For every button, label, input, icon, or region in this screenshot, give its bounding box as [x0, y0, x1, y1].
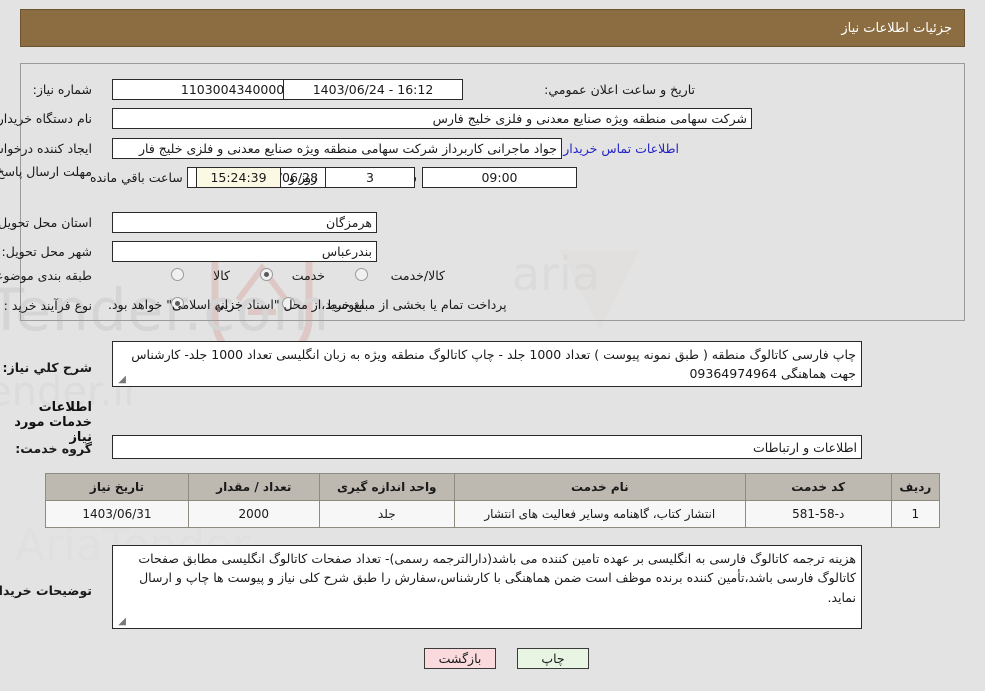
requester-label: ایجاد کننده درخواست: [0, 141, 92, 156]
deadline-label-text: مهلت ارسال پاسخ: تا تاریخ: [0, 164, 92, 179]
need-number-label: شماره نیاز: [32, 82, 92, 97]
need-info-panel [20, 63, 965, 321]
remaining-time-value: 15:24:39 [196, 167, 281, 188]
td-quantity: 2000 [187, 500, 320, 528]
radio-category-khedmat[interactable] [260, 268, 273, 281]
buyer-notes-value[interactable]: هزینه ترجمه کاتالوگ فارسی به انگلیسی بر … [112, 545, 862, 629]
service-group-label: گروه خدمت: [15, 441, 92, 456]
page-root: AriaTender.com AriaTender.ir aria AriaTe… [0, 0, 985, 691]
remaining-time-unit: ساعت باقي مانده [90, 170, 183, 185]
category-label: طبقه بندی موضوعی: [0, 268, 92, 283]
service-group-value[interactable]: اطلاعات و ارتباطات [112, 435, 862, 459]
remaining-days-value: 3 [325, 167, 415, 188]
back-button[interactable]: بازگشت [424, 648, 496, 669]
city-value: بندرعباس [112, 241, 377, 262]
radio-category-kala-khedmat-label: کالا/خدمت [390, 268, 445, 283]
th-service-name: نام خدمت [453, 473, 746, 501]
table-row: 1 د-58-581 انتشار کتاب، گاهنامه وسایر فع… [45, 500, 941, 528]
th-need-date: تاریخ نیاز [45, 473, 189, 501]
radio-category-kala-khedmat[interactable] [355, 268, 368, 281]
td-service-name: انتشار کتاب، گاهنامه وسایر فعالیت های ان… [453, 500, 746, 528]
announce-datetime-value: 16:12 - 1403/06/24 [283, 79, 463, 100]
services-table: ردیف کد خدمت نام خدمت واحد اندازه گیری ت… [45, 473, 941, 528]
radio-category-kala-label: کالا [213, 268, 230, 283]
print-button[interactable]: چاپ [517, 648, 589, 669]
td-need-date: 1403/06/31 [45, 500, 189, 528]
page-header: جزئیات اطلاعات نیاز [20, 9, 965, 47]
buyer-notes-text: هزینه ترجمه کاتالوگ فارسی به انگلیسی بر … [138, 551, 856, 605]
resize-grip-icon: ◢ [118, 616, 126, 627]
payment-note: پرداخت تمام یا بخشی از مبلغ خرید،از محل … [108, 297, 507, 312]
buyer-org-label: نام دستگاه خریدار: [0, 111, 92, 126]
td-row-no: 1 [890, 500, 941, 528]
deadline-label: مهلت ارسال پاسخ: تا تاریخ: [0, 164, 92, 181]
table-header-row: ردیف کد خدمت نام خدمت واحد اندازه گیری ت… [45, 473, 941, 501]
th-quantity: تعداد / مقدار [187, 473, 320, 501]
buyer-org-value: شرکت سهامی منطقه ویژه صنایع معدنی و فلزی… [112, 108, 752, 129]
th-service-code: کد خدمت [744, 473, 892, 501]
page-title: جزئیات اطلاعات نیاز [841, 20, 952, 36]
radio-category-kala[interactable] [171, 268, 184, 281]
radio-category-khedmat-label: خدمت [291, 268, 325, 283]
buyer-contact-link[interactable]: اطلاعات تماس خریدار [563, 141, 679, 156]
requester-value: جواد ماجرانی کاربرداز شرکت سهامی منطقه و… [112, 138, 562, 159]
general-need-value[interactable]: چاپ فارسی کاتالوگ منطقه ( طبق نمونه پیوس… [112, 341, 862, 387]
resize-grip-icon: ◢ [118, 374, 126, 385]
announce-datetime-label: تاریخ و ساعت اعلان عمومي: [544, 82, 695, 97]
th-unit: واحد اندازه گیری [318, 473, 455, 501]
general-need-text: چاپ فارسی کاتالوگ منطقه ( طبق نمونه پیوس… [131, 347, 856, 382]
td-unit: جلد [318, 500, 455, 528]
general-need-label: شرح کلي نیاز: [2, 360, 92, 375]
remaining-days-unit: روز و [289, 170, 318, 185]
td-service-code: د-58-581 [744, 500, 892, 528]
process-label: نوع فرآیند خرید : [3, 298, 92, 313]
city-label: شهر محل تحویل: [1, 244, 92, 259]
services-section-heading: اطلاعات خدمات مورد نیاز [14, 400, 92, 445]
th-row-no: ردیف [890, 473, 941, 501]
province-label: استان محل تحویل: [0, 215, 92, 230]
buyer-notes-label: توضیحات خریدار: [0, 583, 92, 598]
deadline-hour-value: 09:00 [422, 167, 577, 188]
province-value: هرمزگان [112, 212, 377, 233]
